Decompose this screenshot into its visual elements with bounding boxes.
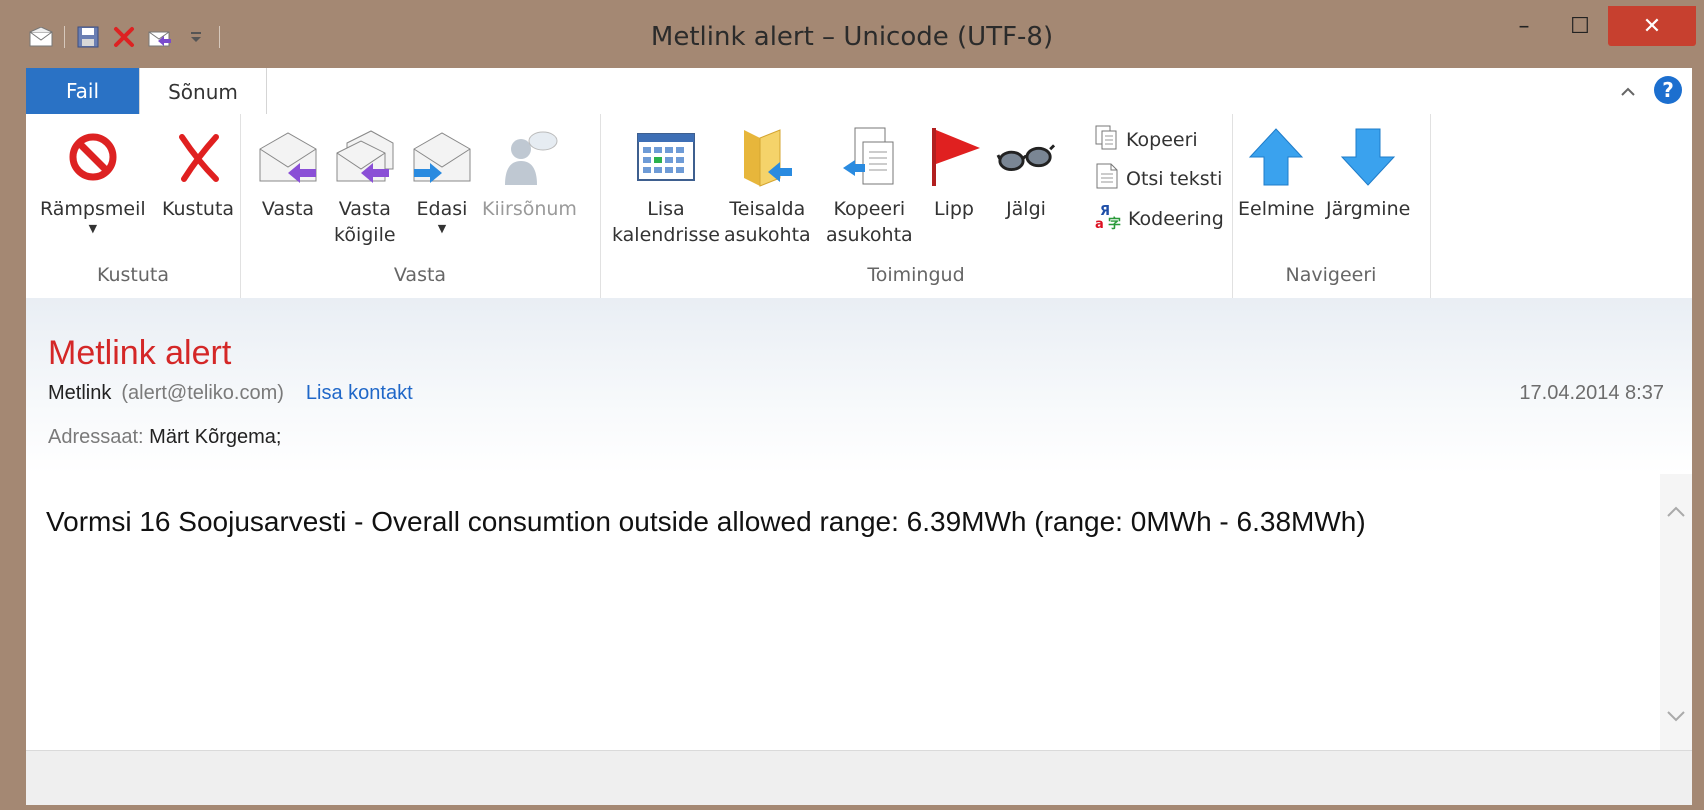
group-label-reply: Vasta	[393, 264, 447, 286]
message-subject: Metlink alert	[48, 334, 232, 372]
group-navigate: Eelmine Järgmine Navigeeri	[1232, 114, 1431, 298]
ribbon: Rämpsmeil ▼ Kustuta Kustuta Vasta Vasta …	[26, 114, 1692, 299]
tab-message[interactable]: Sõnum	[139, 68, 267, 115]
flag-button[interactable]: Lipp	[924, 122, 984, 222]
add-calendar-label-1: Lisa	[647, 198, 685, 220]
flag-label: Lipp	[934, 198, 974, 220]
svg-text:a: a	[1095, 217, 1104, 230]
reply-all-button[interactable]: Vasta kõigile	[334, 122, 396, 248]
sender-name[interactable]: Metlink	[48, 382, 111, 405]
move-label-1: Teisalda	[729, 198, 806, 220]
add-contact-link[interactable]: Lisa kontakt	[306, 382, 413, 405]
forward-icon	[412, 122, 472, 192]
maximize-button[interactable]: ☐	[1552, 6, 1608, 46]
copy-to-label-1: Kopeeri	[833, 198, 906, 220]
arrow-down-icon	[1338, 122, 1398, 192]
copy-label: Kopeeri	[1126, 128, 1198, 151]
move-button[interactable]: Teisalda asukohta	[724, 122, 811, 248]
copy-icon	[1094, 124, 1120, 155]
reply-label: Vasta	[261, 198, 315, 220]
minimize-button[interactable]: –	[1496, 6, 1552, 46]
instant-message-button[interactable]: Kiirsõnum	[482, 122, 577, 222]
recipient-name[interactable]: Märt Kõrgema;	[149, 426, 281, 448]
track-label: Jälgi	[1006, 198, 1046, 220]
reply-envelope-icon	[258, 122, 318, 192]
window-controls: – ☐ ✕	[1496, 6, 1696, 46]
to-label: Adressaat:	[48, 426, 144, 448]
message-body[interactable]: Vormsi 16 Soojusarvesti - Overall consum…	[26, 474, 1660, 750]
glasses-icon	[996, 122, 1056, 192]
group-reply: Vasta Vasta kõigile Edasi ▼ Kiirsõnum Va…	[240, 114, 601, 298]
collapse-ribbon-icon[interactable]	[1620, 78, 1636, 102]
title-bar: Metlink alert – Unicode (UTF-8) – ☐ ✕	[0, 0, 1704, 68]
junk-icon	[63, 122, 123, 192]
help-icon[interactable]: ?	[1654, 76, 1682, 104]
group-label-delete: Kustuta	[96, 264, 170, 286]
find-text-button[interactable]: Otsi teksti	[1094, 162, 1222, 195]
arrow-up-icon	[1246, 122, 1306, 192]
delete-label: Kustuta	[162, 198, 235, 220]
outlook-message-window: Metlink alert – Unicode (UTF-8) – ☐ ✕ Fa…	[0, 0, 1704, 810]
tab-file[interactable]: Fail	[26, 68, 139, 114]
move-label-2: asukohta	[724, 224, 811, 246]
previous-label: Eelmine	[1238, 198, 1315, 220]
reply-all-icon	[335, 122, 395, 192]
copy-document-icon	[839, 122, 899, 192]
sent-date: 17.04.2014 8:37	[1519, 382, 1664, 404]
reply-all-label-2: kõigile	[334, 224, 396, 246]
add-to-calendar-button[interactable]: Lisa kalendrisse	[612, 122, 720, 248]
person-bubble-icon	[499, 122, 559, 192]
group-actions: Lisa kalendrisse Teisalda asukohta Kopee…	[600, 114, 1233, 298]
folder-move-icon	[737, 122, 797, 192]
status-bar	[26, 750, 1692, 805]
message-header: Metlink alert Metlink (alert@teliko.com)…	[26, 298, 1692, 475]
copy-to-folder-button[interactable]: Kopeeri asukohta	[826, 122, 913, 248]
delete-x-icon	[168, 122, 228, 192]
delete-button[interactable]: Kustuta	[162, 122, 234, 222]
flag-icon	[924, 122, 984, 192]
find-document-icon	[1094, 162, 1120, 195]
window-title: Metlink alert – Unicode (UTF-8)	[650, 22, 1054, 52]
forward-label: Edasi	[416, 198, 468, 220]
ribbon-tab-right: ?	[1620, 76, 1682, 104]
ribbon-tabs: Fail Sõnum ?	[26, 68, 1692, 115]
instant-message-label: Kiirsõnum	[482, 198, 577, 220]
copy-button[interactable]: Kopeeri	[1094, 124, 1198, 155]
encoding-label: Kodeering	[1128, 207, 1224, 230]
sender-address: (alert@teliko.com)	[121, 382, 284, 404]
sender-line: Metlink (alert@teliko.com) Lisa kontakt	[48, 382, 413, 405]
scroll-down-icon[interactable]	[1666, 700, 1686, 728]
group-delete: Rämpsmeil ▼ Kustuta Kustuta	[26, 114, 241, 298]
svg-text:字: 字	[1108, 216, 1121, 230]
vertical-scrollbar[interactable]	[1660, 474, 1692, 750]
group-label-actions: Toimingud	[867, 264, 965, 286]
dropdown-arrow-icon: ▼	[437, 222, 447, 235]
group-label-navigate: Navigeeri	[1285, 264, 1377, 286]
encoding-icon: Яa字	[1094, 202, 1122, 235]
junk-button[interactable]: Rämpsmeil ▼	[40, 122, 146, 236]
reply-all-label-1: Vasta	[338, 198, 391, 220]
dropdown-arrow-icon: ▼	[88, 222, 98, 235]
message-body-text: Vormsi 16 Soojusarvesti - Overall consum…	[46, 506, 1366, 537]
add-calendar-label-2: kalendrisse	[612, 224, 720, 246]
reply-button[interactable]: Vasta	[258, 122, 318, 222]
copy-to-label-2: asukohta	[826, 224, 913, 246]
recipient-line: Adressaat: Märt Kõrgema;	[48, 426, 281, 449]
junk-label: Rämpsmeil	[40, 198, 146, 220]
previous-button[interactable]: Eelmine	[1238, 122, 1315, 222]
encoding-button[interactable]: Яa字 Kodeering	[1094, 202, 1224, 235]
calendar-icon	[636, 122, 696, 192]
scroll-up-icon[interactable]	[1666, 496, 1686, 524]
forward-button[interactable]: Edasi ▼	[412, 122, 472, 236]
close-button[interactable]: ✕	[1608, 6, 1696, 46]
next-button[interactable]: Järgmine	[1326, 122, 1410, 222]
find-text-label: Otsi teksti	[1126, 167, 1223, 190]
track-button[interactable]: Jälgi	[996, 122, 1056, 222]
next-label: Järgmine	[1326, 198, 1411, 220]
